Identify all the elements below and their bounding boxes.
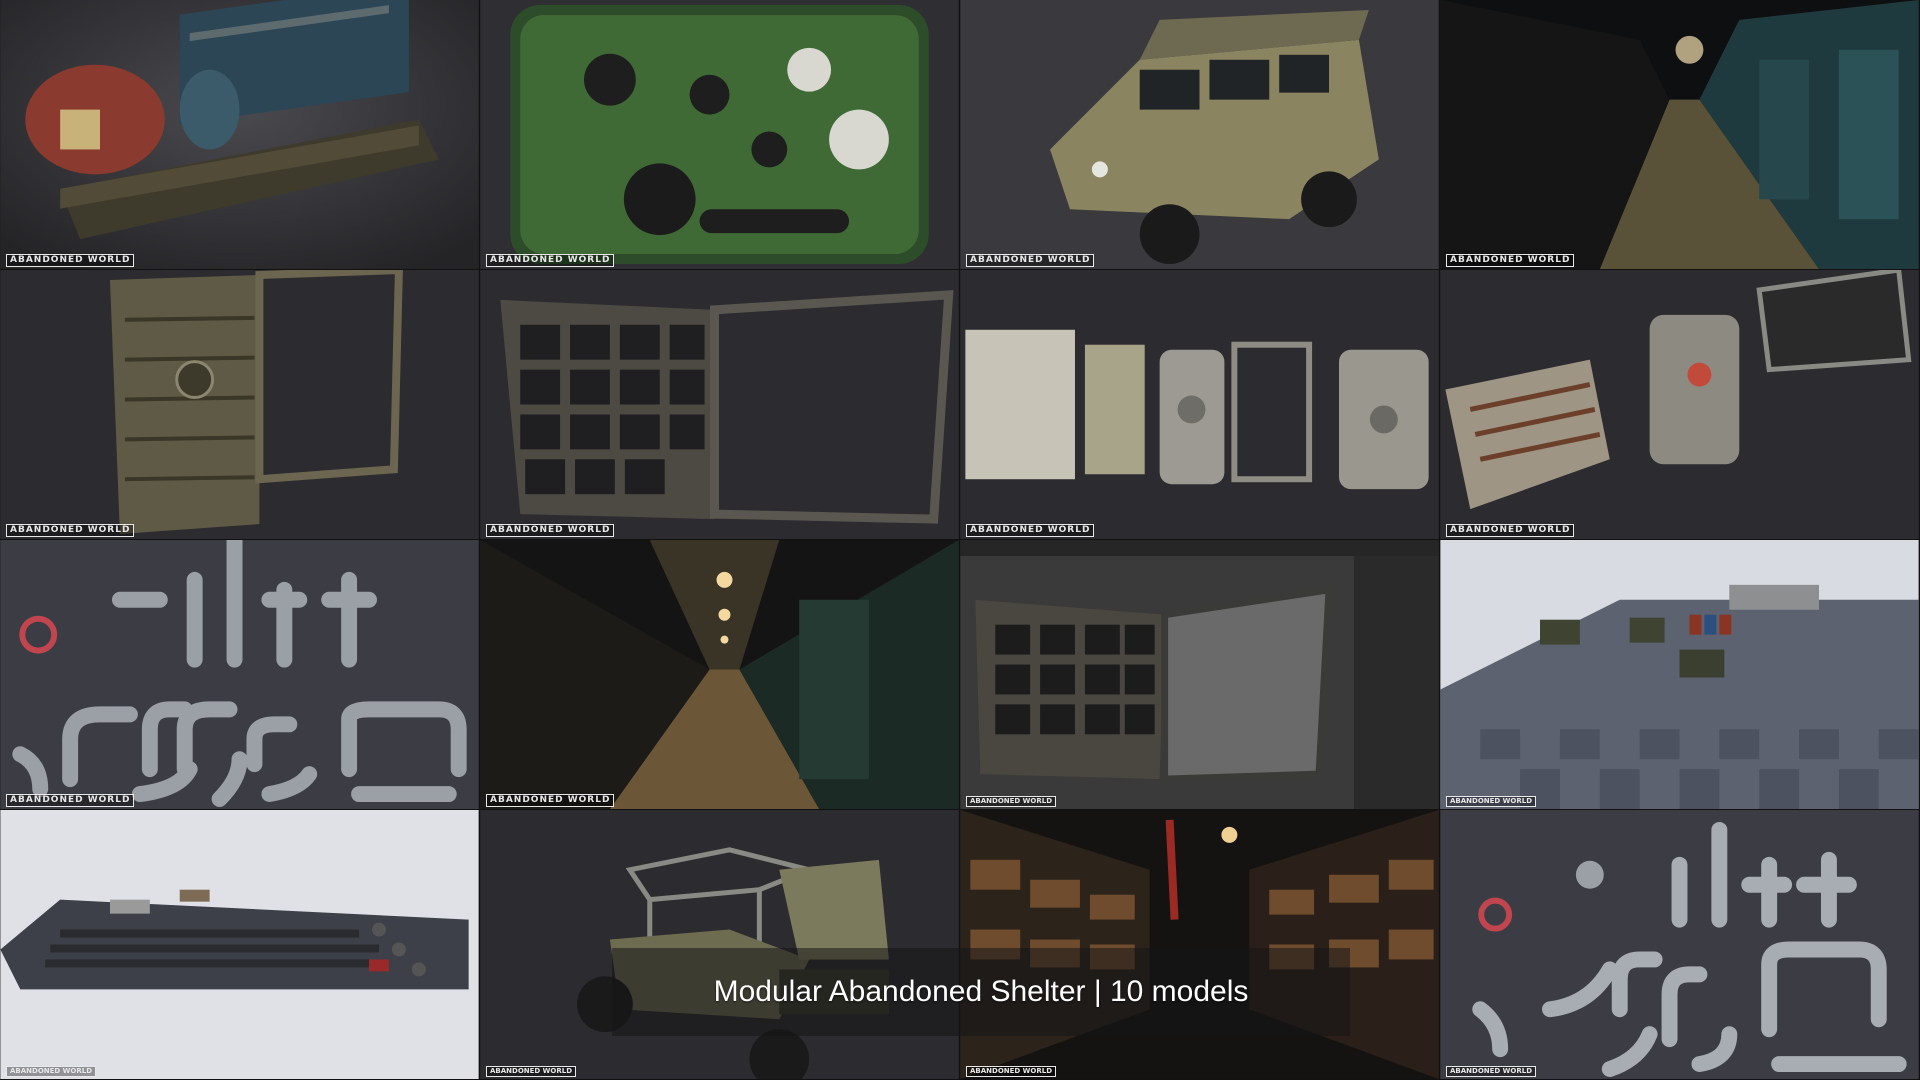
tile-pipe-kit-2[interactable]: ABANDONED WORLD	[1440, 810, 1920, 1080]
watermark-logo: ABANDONED WORLD	[486, 794, 615, 807]
vehicle-frame-image	[480, 810, 959, 1079]
vehicle-image	[960, 0, 1439, 269]
corridor-image	[1440, 0, 1919, 269]
watermark-logo: ABANDONED WORLD	[1446, 254, 1575, 267]
tile-full-layout[interactable]: ABANDONED WORLD	[0, 810, 480, 1080]
caption-title: Modular Abandoned Shelter | 10 models	[713, 975, 1249, 1008]
watermark-logo: ABANDONED WORLD	[966, 254, 1095, 267]
watermark-logo: ABANDONED WORLD	[6, 524, 135, 537]
tile-storage-room[interactable]: ABANDONED WORLD	[960, 810, 1440, 1080]
watermark-logo: ABANDONED WORLD	[1446, 524, 1575, 537]
watermark-logo: ABANDONED WORLD	[966, 796, 1057, 807]
watermark-logo: ABANDONED WORLD	[1446, 796, 1537, 807]
editor-view-image	[960, 540, 1439, 809]
watermark-logo: ABANDONED WORLD	[486, 1066, 577, 1077]
pipe-kit-image-2	[1440, 810, 1919, 1079]
overview-checker-image	[1440, 540, 1919, 809]
door-set-image	[960, 270, 1439, 539]
tile-blast-door[interactable]: ABANDONED WORLD	[0, 270, 480, 540]
blast-door-image	[0, 270, 479, 539]
tile-corridor[interactable]: ABANDONED WORLD	[1440, 0, 1920, 270]
radio-panel-image	[480, 0, 959, 269]
tile-generator[interactable]: ABANDONED WORLD	[0, 0, 480, 270]
tile-pipe-kit[interactable]: ABANDONED WORLD	[0, 540, 480, 810]
asset-preview-grid: ABANDONED WORLD ABANDONED WORLD ABANDONE…	[0, 0, 1920, 1080]
watermark-logo: ABANDONED WORLD	[486, 254, 615, 267]
watermark-logo: ABANDONED WORLD	[6, 254, 135, 267]
full-layout-image	[0, 810, 479, 1079]
watermark-logo: ABANDONED WORLD	[1446, 1066, 1537, 1077]
storage-room-image	[960, 810, 1439, 1079]
tile-vehicle-frame[interactable]: ABANDONED WORLD	[480, 810, 960, 1080]
tile-overview-checker[interactable]: ABANDONED WORLD	[1440, 540, 1920, 810]
tile-grated-panel[interactable]: ABANDONED WORLD	[480, 270, 960, 540]
vents-hatches-image	[1440, 270, 1919, 539]
generator-image	[0, 0, 479, 269]
tile-lit-corridor[interactable]: ABANDONED WORLD	[480, 540, 960, 810]
watermark-logo: ABANDONED WORLD	[966, 524, 1095, 537]
tile-door-set[interactable]: ABANDONED WORLD	[960, 270, 1440, 540]
tile-radio-panel[interactable]: ABANDONED WORLD	[480, 0, 960, 270]
watermark-logo: ABANDONED WORLD	[966, 1066, 1057, 1077]
grated-panel-image	[480, 270, 959, 539]
tile-vehicle[interactable]: ABANDONED WORLD	[960, 0, 1440, 270]
caption-banner: Modular Abandoned Shelter | 10 models	[612, 948, 1350, 1036]
tile-editor-view[interactable]: ABANDONED WORLD	[960, 540, 1440, 810]
pipe-kit-image	[0, 540, 479, 809]
watermark-logo: ABANDONED WORLD	[6, 1066, 97, 1077]
watermark-logo: ABANDONED WORLD	[6, 794, 135, 807]
lit-corridor-image	[480, 540, 959, 809]
watermark-logo: ABANDONED WORLD	[486, 524, 615, 537]
tile-vents-hatches[interactable]: ABANDONED WORLD	[1440, 270, 1920, 540]
